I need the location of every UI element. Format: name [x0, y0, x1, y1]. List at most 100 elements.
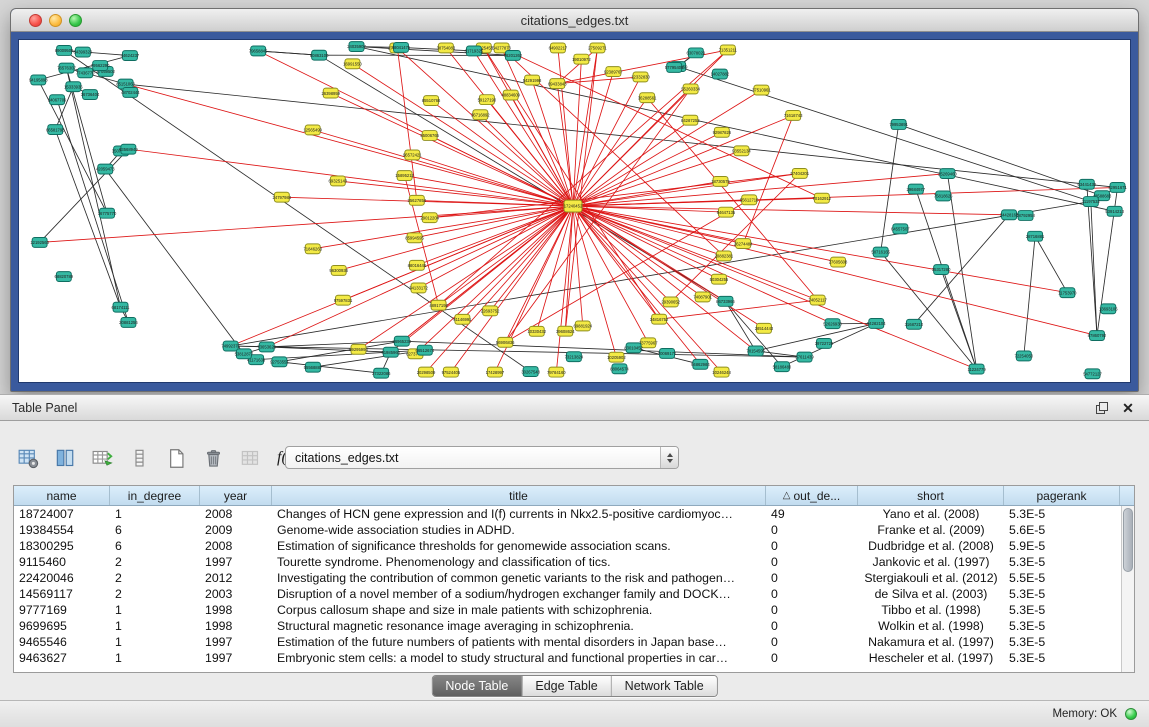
network-canvas-frame: 9464713526274484208823815030425574087901…	[18, 39, 1131, 383]
graph-node-label: 86965233	[393, 339, 412, 344]
graph-node-label: 37322086	[372, 371, 391, 376]
table-row[interactable]: 1872400712008Changes of HCN gene express…	[14, 506, 1121, 522]
graph-node-label: 69433843	[548, 81, 567, 86]
table-row[interactable]: 1938455462009Genome-wide association stu…	[14, 522, 1121, 538]
graph-node-label: 17428997	[486, 370, 505, 375]
table-cell: Tourette syndrome. Phenomenology and cla…	[272, 554, 766, 570]
graph-node-label: 71618743	[784, 113, 803, 118]
table-cell: Disruption of a novel member of a sodium…	[272, 586, 766, 602]
close-panel-icon[interactable]: ✕	[1119, 399, 1137, 417]
dropdown-stepper-icon[interactable]	[660, 447, 678, 468]
column-header-label: short	[917, 489, 944, 503]
graph-node-label: 94195898	[29, 78, 48, 83]
table-row[interactable]: 946554611997Estimation of the future num…	[14, 634, 1121, 650]
table-cell: Estimation of significance thresholds fo…	[272, 538, 766, 554]
table-panel-header: Table Panel ✕	[0, 394, 1149, 421]
graph-node-label: 57795409	[665, 65, 684, 70]
graph-node-label: 63441430	[1078, 182, 1097, 187]
table-row[interactable]: 977716911998Corpus callosum shape and si…	[14, 602, 1121, 618]
table-settings-icon[interactable]	[14, 443, 42, 473]
window-titlebar[interactable]: citations_edges.txt	[11, 9, 1138, 32]
tab-network-table[interactable]: Network Table	[612, 676, 717, 696]
graph-node-label: 10246248	[712, 370, 731, 375]
table-cell: 1	[110, 602, 200, 618]
column-header-label: year	[224, 489, 247, 503]
graph-node-label: 97524405	[442, 370, 461, 375]
row-list-icon[interactable]	[125, 443, 153, 473]
column-header-out_de[interactable]: △out_de...	[766, 486, 858, 505]
table-cell: 5.9E-5	[1004, 538, 1120, 554]
column-header-title[interactable]: title	[272, 486, 766, 505]
graph-node-label: 42059473	[96, 167, 115, 172]
table-row[interactable]: 946362711997Embryonic stem cells: a mode…	[14, 650, 1121, 666]
graph-node-label: 55006765	[420, 133, 439, 138]
column-header-pagerank[interactable]: pagerank	[1004, 486, 1120, 505]
graph-node-label: 35627854	[408, 198, 427, 203]
table-cell: de Silva et al. (2003)	[858, 586, 1004, 602]
show-columns-icon[interactable]	[51, 443, 79, 473]
column-header-year[interactable]: year	[200, 486, 272, 505]
table-row[interactable]: 911546021997Tourette syndrome. Phenomeno…	[14, 554, 1121, 570]
graph-node-label: 12565499	[303, 128, 322, 133]
table-cell: 0	[766, 618, 858, 634]
float-panel-icon[interactable]	[1093, 399, 1111, 417]
table-cell: 0	[766, 538, 858, 554]
table-cell: 49	[766, 506, 858, 522]
table-cell: 5.3E-5	[1004, 650, 1120, 666]
graph-node-label: 66581793	[46, 127, 65, 132]
table-cell: 2	[110, 586, 200, 602]
table-row[interactable]: 1456911722003Disruption of a novel membe…	[14, 586, 1121, 602]
table-cell: 18300295	[14, 538, 110, 554]
table-cell: Investigating the contribution of common…	[272, 570, 766, 586]
column-header-label: in_degree	[128, 489, 181, 503]
column-header-in_degree[interactable]: in_degree	[110, 486, 200, 505]
scrollbar-thumb[interactable]	[1123, 508, 1133, 572]
table-panel-body: f(x) citations_edges.txt namein_degreeye…	[0, 421, 1149, 700]
table-cell: 1	[110, 618, 200, 634]
table-cell: 2009	[200, 522, 272, 538]
graph-node-label: 22693752	[481, 309, 500, 314]
table-cell: 19384554	[14, 522, 110, 538]
tab-node-table[interactable]: Node Table	[432, 676, 522, 696]
network-view-window[interactable]: citations_edges.txt 94647135262744842088…	[10, 8, 1139, 392]
graph-node-label: 12332830	[631, 75, 650, 80]
graph-node-label: 94647135	[717, 210, 736, 215]
tab-edge-table[interactable]: Edge Table	[522, 676, 611, 696]
table-cell: 5.3E-5	[1004, 586, 1120, 602]
new-document-icon[interactable]	[162, 443, 190, 473]
graph-node-label: 88064574	[610, 367, 629, 372]
graph-node-label: 89009509	[55, 48, 74, 53]
graph-node-label: 12192563	[30, 240, 49, 245]
panel-title: Table Panel	[12, 401, 1085, 415]
graph-node-label: 64399323	[74, 50, 93, 55]
table-row[interactable]: 2242004622012Investigating the contribut…	[14, 570, 1121, 586]
zoom-window-button[interactable]	[69, 14, 82, 27]
table-cell: 5.5E-5	[1004, 570, 1120, 586]
graph-node-label: 10330432	[527, 329, 546, 334]
graph-node-label: 85151063	[116, 82, 135, 87]
graph-node-label: 26398959	[321, 91, 340, 96]
table-row[interactable]: 1830029562008Estimation of significance …	[14, 538, 1121, 554]
column-header-name[interactable]: name	[14, 486, 110, 505]
close-window-button[interactable]	[29, 14, 42, 27]
table-cell: Changes of HCN gene expression and I(f) …	[272, 506, 766, 522]
window-title: citations_edges.txt	[11, 13, 1138, 28]
column-header-short[interactable]: short	[858, 486, 1004, 505]
graph-node-label: 73213824	[565, 354, 584, 359]
graph-node-label: 74052117	[809, 298, 828, 303]
import-table-icon[interactable]	[88, 443, 116, 473]
table-selector-dropdown[interactable]: citations_edges.txt	[285, 446, 679, 469]
citation-network-graph[interactable]: 9464713526274484208823815030425574087901…	[19, 40, 1130, 382]
graph-node-label: 34133172	[409, 286, 428, 291]
graph-node-label: 79658845	[249, 49, 268, 54]
table-cell: Genome-wide association studies in ADHD.	[272, 522, 766, 538]
table-cell: 6	[110, 522, 200, 538]
graph-node-label: 24797984	[273, 195, 292, 200]
graph-node-label: 68174111	[112, 305, 131, 310]
graph-node-label: 11197532	[1082, 199, 1101, 204]
graph-node-label: 71351211	[719, 48, 738, 53]
minimize-window-button[interactable]	[49, 14, 62, 27]
delete-table-icon[interactable]	[199, 443, 227, 473]
table-scrollbar[interactable]	[1121, 506, 1134, 672]
table-row[interactable]: 969969511998Structural magnetic resonanc…	[14, 618, 1121, 634]
